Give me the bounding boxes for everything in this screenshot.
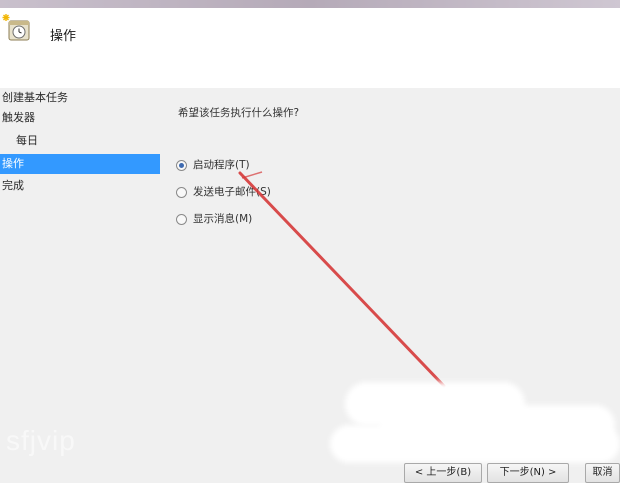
option-label: 发送电子邮件(S) xyxy=(193,186,271,198)
task-wizard-window: 操作 创建基本任务 触发器 每日 操作 完成 希望该任务执行什么操作? 启动程序… xyxy=(0,0,620,483)
wizard-header: 操作 xyxy=(0,8,620,88)
next-button[interactable]: 下一步(N) > xyxy=(487,463,569,483)
radio-show-message[interactable] xyxy=(176,213,187,225)
option-start-program[interactable]: 启动程序(T) xyxy=(176,156,250,174)
option-label: 显示消息(M) xyxy=(193,213,253,225)
option-send-email[interactable]: 发送电子邮件(S) xyxy=(176,183,271,201)
radio-start-program[interactable] xyxy=(176,159,187,171)
back-button[interactable]: < 上一步(B) xyxy=(404,463,482,483)
page-title: 操作 xyxy=(50,29,77,44)
radio-send-email[interactable] xyxy=(176,186,187,198)
step-trigger[interactable]: 触发器 xyxy=(0,108,160,128)
option-show-message[interactable]: 显示消息(M) xyxy=(176,210,252,228)
window-title-bar[interactable] xyxy=(0,0,620,8)
redaction-blob xyxy=(330,425,620,463)
task-clock-icon xyxy=(2,14,30,41)
step-create-basic-task[interactable]: 创建基本任务 xyxy=(0,88,160,108)
option-label: 启动程序(T) xyxy=(193,159,250,171)
cancel-button[interactable]: 取消 xyxy=(585,463,620,483)
step-finish[interactable]: 完成 xyxy=(0,176,160,196)
step-daily[interactable]: 每日 xyxy=(0,131,160,151)
action-question: 希望该任务执行什么操作? xyxy=(178,107,300,119)
step-action[interactable]: 操作 xyxy=(0,154,160,174)
wizard-steps-sidebar: 创建基本任务 触发器 每日 操作 完成 xyxy=(0,88,162,483)
watermark-text: sfjvip xyxy=(6,425,76,456)
